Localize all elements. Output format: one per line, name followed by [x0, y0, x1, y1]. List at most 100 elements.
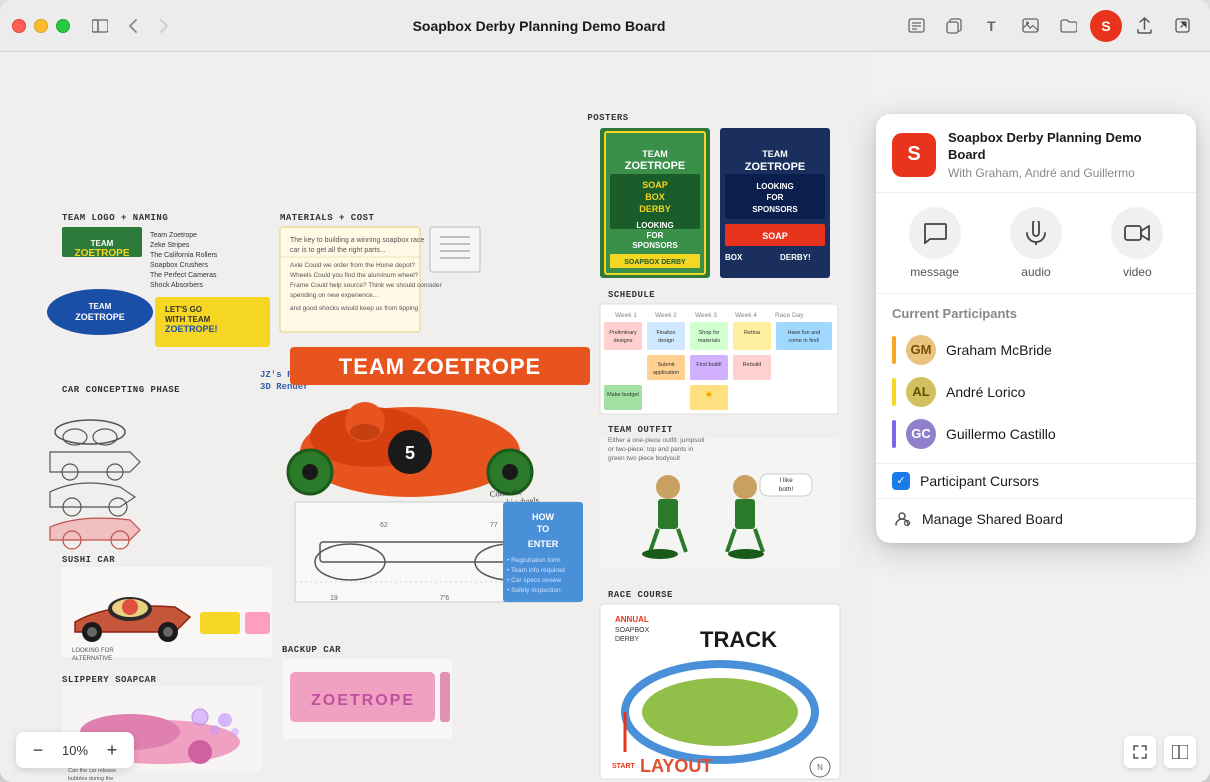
video-icon [1111, 207, 1163, 259]
svg-text:• Team info required: • Team info required [507, 567, 565, 574]
participant-avatar-andre: AL [906, 377, 936, 407]
notes-tool-button[interactable] [900, 10, 932, 42]
svg-text:Week 2: Week 2 [655, 312, 677, 319]
participant-cursors-toggle[interactable]: ✓ Participant Cursors [876, 463, 1196, 498]
participant-row-guillermo[interactable]: GC Guillermo Castillo [892, 413, 1180, 455]
audio-label: audio [1021, 265, 1050, 279]
zoom-in-button[interactable]: + [100, 738, 124, 762]
svg-text:Shock Absorbers: Shock Absorbers [150, 282, 203, 289]
participant-row-graham[interactable]: GM Graham McBride [892, 329, 1180, 371]
svg-text:77: 77 [490, 522, 498, 529]
svg-text:Preliminary: Preliminary [609, 330, 637, 336]
svg-text:START: START [612, 763, 636, 770]
panel-header: S Soapbox Derby Planning Demo Board With… [876, 114, 1196, 193]
svg-text:DERBY: DERBY [639, 204, 671, 214]
grid-view-button[interactable] [1164, 736, 1196, 768]
svg-text:TRACK: TRACK [700, 627, 777, 652]
svg-text:and good shocks would keep us: and good shocks would keep us from tippi… [290, 305, 419, 312]
svg-text:BOX: BOX [725, 253, 743, 262]
forward-button[interactable] [150, 12, 178, 40]
svg-text:or two-piece: top and pants in: or two-piece: top and pants in [608, 446, 694, 453]
svg-text:materials: materials [698, 338, 721, 344]
message-icon [909, 207, 961, 259]
svg-text:TEAM: TEAM [642, 149, 668, 159]
participant-row-andre[interactable]: AL André Lorico [892, 371, 1180, 413]
svg-text:Shop for: Shop for [699, 330, 720, 336]
communication-actions: message audio video [876, 193, 1196, 294]
svg-text:Retina: Retina [744, 330, 761, 336]
svg-text:SPONSORS: SPONSORS [752, 205, 798, 214]
message-label: message [910, 265, 959, 279]
svg-text:Either a one-piece outfit: jum: Either a one-piece outfit: jumpsuit [608, 437, 705, 444]
audio-action[interactable]: audio [1010, 207, 1062, 279]
svg-text:Rebuild: Rebuild [743, 362, 762, 368]
svg-text:SPONSORS: SPONSORS [632, 241, 678, 250]
sidebar-toggle-button[interactable] [86, 12, 114, 40]
svg-text:ALTERNATIVE: ALTERNATIVE [72, 656, 112, 662]
open-external-button[interactable] [1166, 10, 1198, 42]
participant-indicator-guillermo [892, 420, 896, 448]
svg-text:SLIPPERY SOAPCAR: SLIPPERY SOAPCAR [62, 675, 157, 685]
svg-text:SOAP: SOAP [762, 231, 788, 241]
participant-avatar-guillermo: GC [906, 419, 936, 449]
svg-text:LAYOUT: LAYOUT [640, 756, 712, 776]
svg-text:TEAM LOGO + NAMING: TEAM LOGO + NAMING [62, 213, 168, 223]
svg-text:5: 5 [405, 443, 415, 463]
traffic-lights [12, 19, 70, 33]
close-button[interactable] [12, 19, 26, 33]
fit-to-screen-button[interactable] [1124, 736, 1156, 768]
svg-text:SUSHI CAR: SUSHI CAR [62, 555, 115, 565]
user-avatar-button[interactable]: S [1090, 10, 1122, 42]
svg-text:BOX: BOX [645, 192, 665, 202]
participants-section: Current Participants GM Graham McBride A… [876, 294, 1196, 463]
svg-text:• Car specs review: • Car specs review [507, 577, 561, 584]
manage-shared-board-button[interactable]: Manage Shared Board [876, 498, 1196, 543]
svg-text:TEAM OUTFIT: TEAM OUTFIT [608, 425, 673, 435]
board-content-svg: TEAM LOGO + NAMING TEAM ZOETROPE Team Zo… [0, 52, 870, 782]
svg-text:Soapbox Crushers: Soapbox Crushers [150, 262, 208, 269]
svg-text:RACE COURSE: RACE COURSE [608, 590, 673, 600]
svg-text:The Perfect Cameras: The Perfect Cameras [150, 272, 217, 279]
svg-text:Submit: Submit [657, 362, 675, 368]
maximize-button[interactable] [56, 19, 70, 33]
folder-tool-button[interactable] [1052, 10, 1084, 42]
svg-text:SOAPBOX: SOAPBOX [615, 627, 650, 634]
copy-tool-button[interactable] [938, 10, 970, 42]
svg-text:Can the car release: Can the car release [68, 768, 116, 774]
svg-text:I like: I like [779, 477, 793, 484]
nav-controls [86, 12, 178, 40]
svg-text:TO: TO [537, 524, 549, 534]
message-action[interactable]: message [909, 207, 961, 279]
svg-text:• Registration form: • Registration form [507, 557, 561, 564]
share-button[interactable] [1128, 10, 1160, 42]
svg-text:green two piece bodysuit: green two piece bodysuit [608, 455, 680, 462]
avatar-letter: S [1101, 18, 1110, 34]
video-label: video [1123, 265, 1152, 279]
participant-avatar-graham: GM [906, 335, 936, 365]
svg-text:LET'S GO: LET'S GO [165, 305, 202, 314]
video-action[interactable]: video [1111, 207, 1163, 279]
image-tool-button[interactable] [1014, 10, 1046, 42]
zoom-out-button[interactable]: − [26, 738, 50, 762]
minimize-button[interactable] [34, 19, 48, 33]
svg-text:ZOETROPE!: ZOETROPE! [165, 324, 218, 334]
svg-text:DERBY!: DERBY! [780, 253, 811, 262]
svg-text:• Safety inspection: • Safety inspection [507, 587, 561, 594]
checkmark-icon: ✓ [896, 474, 905, 487]
back-button[interactable] [118, 12, 146, 40]
svg-text:designs: designs [614, 338, 633, 344]
svg-text:Have fun and: Have fun and [788, 330, 821, 336]
text-tool-button[interactable]: T [976, 10, 1008, 42]
canvas-area[interactable]: TEAM LOGO + NAMING TEAM ZOETROPE Team Zo… [0, 52, 1210, 782]
svg-text:Finalize: Finalize [657, 330, 676, 336]
svg-text:First build!: First build! [696, 362, 722, 368]
svg-text:WITH TEAM: WITH TEAM [165, 315, 211, 324]
svg-text:Team Zoetrope: Team Zoetrope [150, 232, 197, 239]
app-window: Soapbox Derby Planning Demo Board T S [0, 0, 1210, 782]
window-title: Soapbox Derby Planning Demo Board [198, 18, 880, 34]
svg-text:FOR: FOR [647, 231, 664, 240]
participant-indicator-graham [892, 336, 896, 364]
svg-text:car is to get all the right pa: car is to get all the right parts... [290, 247, 386, 254]
svg-text:CAR CONCEPTING PHASE: CAR CONCEPTING PHASE [62, 385, 180, 395]
bottom-right-tools [1124, 736, 1196, 768]
